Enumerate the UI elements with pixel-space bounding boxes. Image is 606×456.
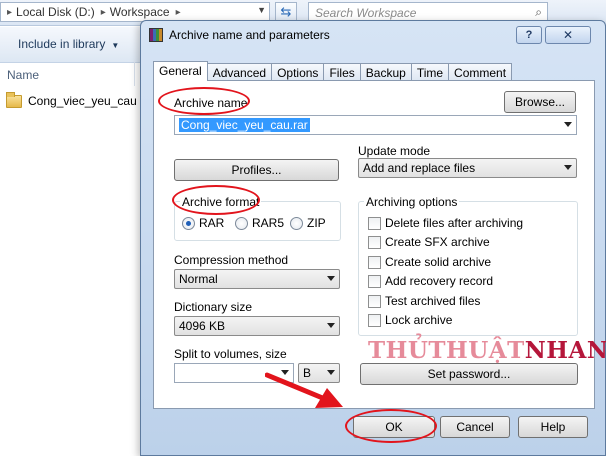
archive-dialog: Archive name and parameters ? ✕ General … — [140, 20, 606, 456]
address-dropdown-icon[interactable]: ▼ — [257, 5, 266, 15]
checkbox-label: Delete files after archiving — [385, 216, 524, 230]
checkbox-label: Lock archive — [385, 313, 453, 327]
chevron-right-icon: ▸ — [100, 6, 106, 18]
checkbox-lock-archive[interactable]: Lock archive — [368, 313, 452, 327]
breadcrumb-local-disk[interactable]: Local Disk (D:) — [16, 5, 95, 19]
checkbox-label: Create SFX archive — [385, 235, 490, 249]
checkbox-icon — [368, 274, 381, 288]
profiles-button[interactable]: Profiles... — [174, 159, 339, 181]
checkbox-icon — [368, 255, 381, 269]
chevron-down-icon — [564, 165, 572, 170]
watermark-part2: NHANH — [524, 337, 606, 364]
watermark-part1: THỦTHUẬT — [368, 337, 525, 364]
folder-icon — [6, 91, 22, 108]
tab-files[interactable]: Files — [323, 63, 361, 81]
radio-dot-icon — [235, 216, 248, 230]
archive-name-label: Archive name — [174, 96, 248, 110]
checkbox-create-solid[interactable]: Create solid archive — [368, 255, 491, 269]
checkbox-icon — [368, 294, 381, 308]
dictionary-size-value: 4096 KB — [179, 319, 226, 333]
tab-general[interactable]: General — [153, 61, 208, 81]
column-header-name[interactable]: Name — [7, 68, 39, 82]
tab-advanced[interactable]: Advanced — [206, 63, 273, 81]
chevron-down-icon — [327, 276, 335, 281]
checkbox-label: Add recovery record — [385, 274, 494, 288]
chevron-down-icon — [327, 323, 335, 328]
dictionary-size-select[interactable]: 4096 KB — [174, 316, 340, 336]
radio-rar[interactable]: RAR — [182, 216, 224, 230]
list-item-folder[interactable]: Cong_viec_yeu_cau — [6, 91, 137, 108]
winrar-icon — [149, 28, 163, 42]
annotation-arrow-icon — [265, 372, 343, 408]
compression-method-value: Normal — [179, 272, 218, 286]
help-question-button[interactable]: ? — [516, 26, 542, 44]
chevron-right-icon: ▸ — [7, 6, 13, 18]
archive-format-label: Archive format — [180, 195, 262, 209]
breadcrumb-workspace[interactable]: Workspace — [110, 5, 170, 19]
checkbox-icon — [368, 216, 381, 230]
close-button[interactable]: ✕ — [545, 26, 591, 44]
radio-rar-label: RAR — [199, 216, 225, 230]
checkbox-recovery-record[interactable]: Add recovery record — [368, 274, 493, 288]
help-button[interactable]: Help — [518, 416, 588, 438]
tab-options[interactable]: Options — [271, 63, 325, 81]
chevron-down-icon[interactable] — [564, 122, 572, 127]
radio-zip[interactable]: ZIP — [290, 216, 326, 230]
compression-method-select[interactable]: Normal — [174, 269, 340, 289]
search-placeholder: Search Workspace — [315, 6, 417, 20]
address-bar[interactable]: ▸ Local Disk (D:) ▸ Workspace ▸ ▼ — [0, 2, 270, 22]
refresh-button[interactable]: ⇆ — [275, 2, 297, 22]
checkbox-icon — [368, 235, 381, 249]
ok-button[interactable]: OK — [353, 416, 435, 438]
radio-dot-icon — [182, 216, 195, 230]
update-mode-label: Update mode — [358, 144, 431, 158]
tab-bar: General Advanced Options Files Backup Ti… — [153, 61, 513, 81]
tab-comment[interactable]: Comment — [448, 63, 513, 81]
search-icon[interactable]: ⌕ — [535, 5, 542, 20]
update-mode-select[interactable]: Add and replace files — [358, 158, 577, 178]
radio-rar5[interactable]: RAR5 — [235, 216, 284, 230]
folder-name: Cong_viec_yeu_cau — [28, 94, 137, 108]
checkbox-label: Test archived files — [385, 294, 481, 308]
radio-zip-label: ZIP — [307, 216, 326, 230]
radio-dot-icon — [290, 216, 303, 230]
checkbox-create-sfx[interactable]: Create SFX archive — [368, 235, 490, 249]
dictionary-size-label: Dictionary size — [174, 300, 253, 314]
set-password-button[interactable]: Set password... — [360, 363, 578, 385]
watermark-logo: THỦTHUẬTNHANH — [368, 337, 606, 364]
tab-backup[interactable]: Backup — [359, 63, 412, 81]
archiving-options-label: Archiving options — [364, 195, 460, 209]
chevron-right-icon: ▸ — [175, 6, 181, 18]
archive-name-value: Cong_viec_yeu_cau.rar — [179, 118, 310, 132]
update-mode-value: Add and replace files — [363, 161, 476, 175]
radio-rar5-label: RAR5 — [252, 216, 285, 230]
cancel-button[interactable]: Cancel — [440, 416, 510, 438]
compression-method-label: Compression method — [174, 253, 289, 267]
browse-button[interactable]: Browse... — [504, 91, 576, 113]
checkbox-icon — [368, 313, 381, 327]
include-in-library-label: Include in library — [18, 37, 106, 51]
chevron-down-icon: ▼ — [111, 41, 120, 50]
split-volumes-label: Split to volumes, size — [174, 347, 287, 361]
dialog-title: Archive name and parameters — [169, 28, 330, 42]
checkbox-delete-files[interactable]: Delete files after archiving — [368, 216, 523, 230]
column-divider[interactable] — [134, 62, 135, 86]
checkbox-test-files[interactable]: Test archived files — [368, 294, 480, 308]
archive-name-input[interactable]: Cong_viec_yeu_cau.rar — [174, 115, 577, 135]
search-input[interactable]: Search Workspace ⌕ — [308, 2, 548, 22]
tab-time[interactable]: Time — [410, 63, 450, 81]
checkbox-label: Create solid archive — [385, 255, 492, 269]
dialog-titlebar[interactable]: Archive name and parameters ? ✕ — [141, 21, 605, 49]
include-in-library-button[interactable]: Include in library ▼ — [18, 37, 119, 51]
